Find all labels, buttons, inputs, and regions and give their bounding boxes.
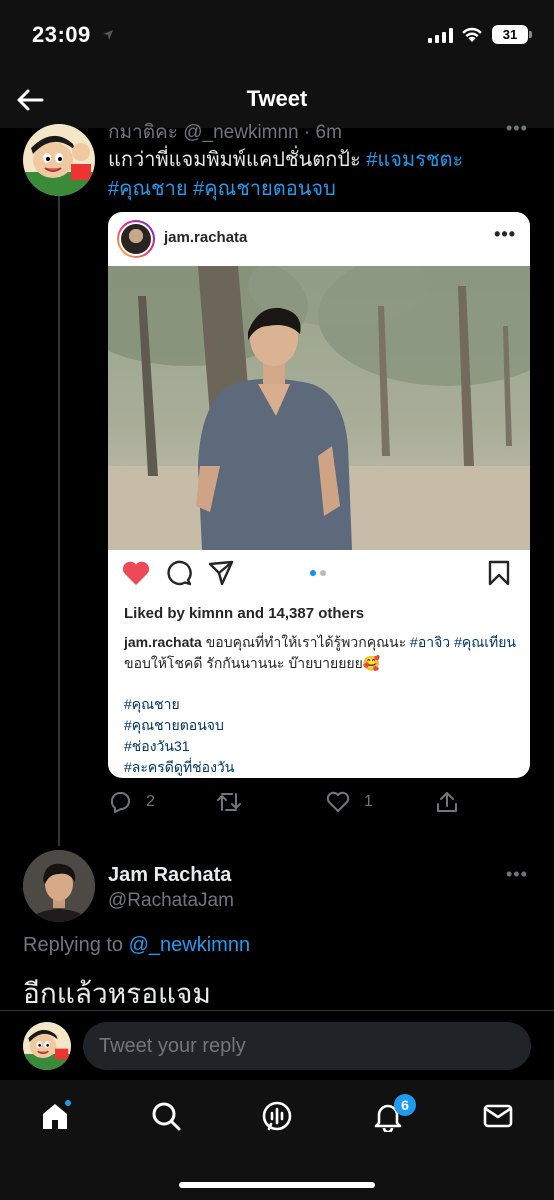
- carousel-dot-active: [310, 570, 316, 576]
- ig-caption-text: ขอบให้โชคดี รักกันนานนะ บ๊ายบายยยย🥰: [124, 655, 381, 671]
- notification-badge: 6: [394, 1094, 416, 1116]
- reply-icon: [110, 792, 130, 813]
- share-icon: [437, 792, 457, 812]
- reply-input[interactable]: [83, 1022, 531, 1070]
- ig-avatar: [117, 220, 155, 258]
- ig-hashtag: #ช่องวัน31: [124, 738, 190, 754]
- ig-post-photo: [108, 266, 530, 550]
- mail-icon: [483, 1104, 513, 1128]
- avatar[interactable]: [23, 124, 95, 196]
- retweet-icon: [217, 793, 241, 811]
- hashtag-link[interactable]: #คุณชาย: [108, 178, 188, 200]
- ig-hashtag-list: #คุณชาย #คุณชายตอนจบ #ช่องวัน31 #ละครดีด…: [124, 694, 234, 778]
- reply-author-name[interactable]: Jam Rachata: [108, 864, 231, 887]
- replying-to-handle[interactable]: @_newkimnn: [129, 934, 250, 956]
- new-content-dot: [63, 1098, 73, 1108]
- nav-home[interactable]: [35, 1096, 75, 1136]
- tweet-actions: 2 1: [108, 788, 468, 818]
- more-options-icon[interactable]: •••: [506, 118, 528, 139]
- wifi-icon: [462, 27, 482, 42]
- replying-to-label: Replying to: [23, 934, 124, 956]
- status-time: 23:09: [32, 22, 91, 47]
- heart-icon: [326, 791, 350, 812]
- carousel-dot: [320, 570, 326, 576]
- search-icon: [152, 1102, 181, 1131]
- share-button[interactable]: [436, 790, 458, 814]
- ig-caption-user: jam.rachata: [124, 634, 202, 650]
- page-title: Tweet: [246, 86, 308, 111]
- bookmark-icon: [488, 560, 510, 586]
- battery-indicator: 31: [492, 25, 532, 44]
- divider: [0, 1010, 554, 1011]
- nav-search[interactable]: [146, 1096, 186, 1136]
- reply-count: 2: [146, 793, 155, 810]
- hashtag-link[interactable]: #แจมรชตะ: [366, 149, 463, 171]
- comment-icon: [167, 560, 192, 586]
- ig-post-header: jam.rachata •••: [108, 212, 530, 266]
- ig-more-icon: •••: [494, 224, 516, 244]
- spaces-icon: [262, 1101, 292, 1131]
- location-arrow-icon: [103, 30, 113, 40]
- attached-image[interactable]: jam.rachata ••• Liked by kimnn and 14,38…: [108, 212, 530, 778]
- status-bar: 23:09 31: [0, 0, 554, 72]
- tweet-text: แกว่าพี่แจมพิมพ์แคปชั่นตกป้ะ #แจมรชตะ #ค…: [108, 146, 528, 204]
- ig-caption-tag: #อาจิว: [410, 634, 451, 650]
- ig-hashtag: #ละครดีดูที่ช่องวัน: [124, 759, 235, 775]
- avatar: [23, 1022, 71, 1070]
- ig-caption-text: ขอบคุณที่ทำให้เราได้รู้พวกคุณนะ: [205, 634, 407, 650]
- cellular-signal-icon: [428, 28, 453, 43]
- reply-button[interactable]: 2: [108, 790, 155, 814]
- nav-spaces[interactable]: [257, 1096, 297, 1136]
- avatar[interactable]: [23, 850, 95, 922]
- ig-username: jam.rachata: [164, 229, 248, 246]
- ig-actions-row: [108, 560, 530, 596]
- tweet-text-body: แกว่าพี่แจมพิมพ์แคปชั่นตกป้ะ: [108, 149, 361, 171]
- ig-likes-count: Liked by kimnn and 14,387 others: [124, 605, 365, 622]
- share-direct-icon: [208, 560, 234, 586]
- replying-to: Replying to @_newkimnn: [23, 934, 250, 957]
- reply-author-handle[interactable]: @RachataJam: [108, 890, 234, 912]
- ig-hashtag: #คุณชายตอนจบ: [124, 717, 224, 733]
- ig-hashtag: #คุณชาย: [124, 696, 180, 712]
- more-options-icon[interactable]: •••: [506, 864, 528, 885]
- ig-caption-tag: #คุณเทียน: [454, 634, 516, 650]
- thread-connector-line: [58, 196, 60, 846]
- heart-filled-icon: [122, 561, 150, 585]
- like-count: 1: [364, 793, 373, 810]
- home-indicator: [179, 1182, 375, 1188]
- like-button[interactable]: 1: [326, 790, 373, 814]
- hashtag-link[interactable]: #คุณชายตอนจบ: [193, 178, 336, 200]
- nav-messages[interactable]: [478, 1096, 518, 1136]
- tweet-author-meta[interactable]: กมาติคะ @_newkimnn · 6m: [108, 117, 342, 147]
- ig-caption: jam.rachata ขอบคุณที่ทำให้เราได้รู้พวกคุ…: [124, 632, 520, 674]
- retweet-button[interactable]: [216, 790, 242, 814]
